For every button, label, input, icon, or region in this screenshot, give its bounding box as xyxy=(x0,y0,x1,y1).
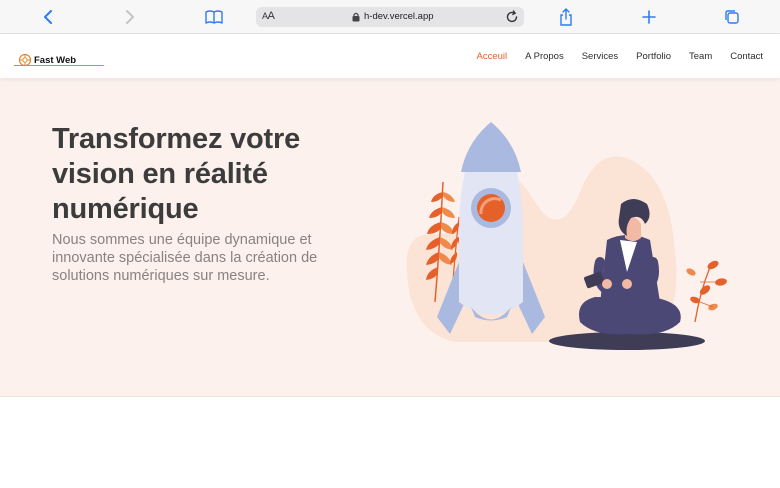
ground-shadow xyxy=(549,332,705,350)
main-nav: Acceuil A Propos Services Portfolio Team… xyxy=(477,51,763,62)
right-plant xyxy=(686,260,727,323)
site-header: Fast Web Acceuil A Propos Services Portf… xyxy=(0,34,780,78)
share-icon[interactable] xyxy=(556,7,576,27)
bookmarks-icon[interactable] xyxy=(204,7,224,27)
logo-underline xyxy=(14,65,104,66)
hero-title: Transformez votre vision en réalité numé… xyxy=(52,123,301,225)
hero-subtitle: Nous sommes une équipe dynamique et inno… xyxy=(52,232,318,284)
nav-link-team[interactable]: Team xyxy=(689,51,712,62)
nav-link-contact[interactable]: Contact xyxy=(730,51,763,62)
logo-text: Fast Web xyxy=(34,54,77,66)
hero-section: Transformez votre vision en réalité numé… xyxy=(0,78,780,397)
new-tab-icon[interactable] xyxy=(639,7,659,27)
reader-mode-button[interactable]: AA xyxy=(262,10,275,22)
back-icon[interactable] xyxy=(38,7,58,27)
browser-toolbar: AA h-dev.vercel.app xyxy=(0,0,780,34)
address-bar[interactable]: AA h-dev.vercel.app xyxy=(256,7,524,27)
tabs-icon[interactable] xyxy=(722,7,742,27)
nav-link-acceuil[interactable]: Acceuil xyxy=(477,51,508,62)
nav-link-services[interactable]: Services xyxy=(582,51,618,62)
nav-link-a-propos[interactable]: A Propos xyxy=(525,51,564,62)
rocket-illustration xyxy=(406,122,727,350)
lock-icon xyxy=(352,12,360,21)
reload-icon[interactable] xyxy=(504,9,520,25)
forward-icon[interactable] xyxy=(120,7,140,27)
nav-link-portfolio[interactable]: Portfolio xyxy=(636,51,671,62)
url-text: h-dev.vercel.app xyxy=(364,11,434,22)
